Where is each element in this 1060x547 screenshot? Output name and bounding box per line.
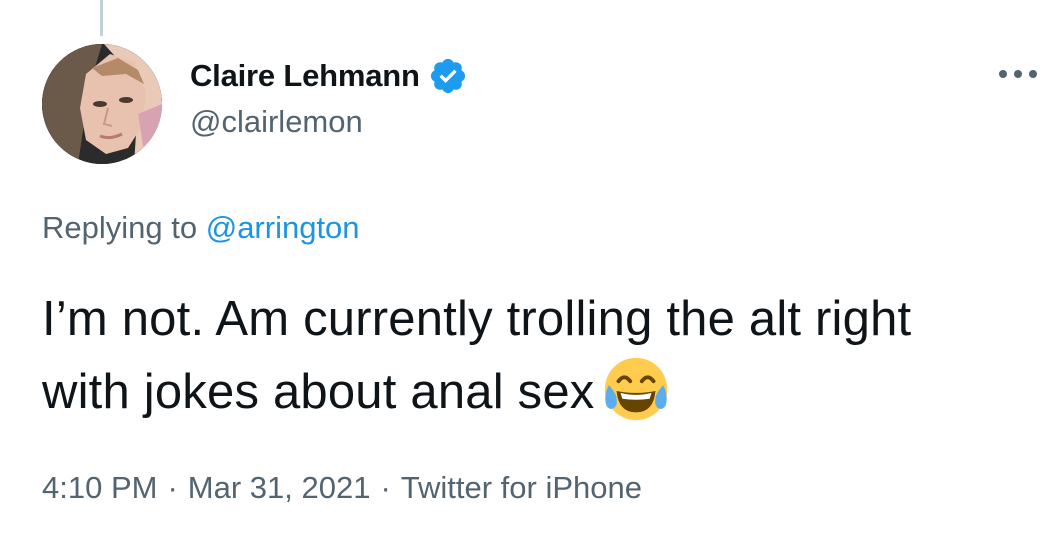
replying-to-label: Replying to xyxy=(42,210,198,245)
author-handle[interactable]: @clairlemon xyxy=(190,104,468,140)
author-block: Claire Lehmann @clairlemon xyxy=(190,54,468,140)
tweet-body: I’m not. Am currently trolling the alt r… xyxy=(42,284,1002,427)
thread-connector-line xyxy=(100,0,103,36)
meta-separator: · xyxy=(380,470,391,505)
more-options-button[interactable] xyxy=(996,64,1040,84)
tweet-time[interactable]: 4:10 PM xyxy=(42,470,157,505)
avatar[interactable] xyxy=(42,44,162,164)
display-name-row: Claire Lehmann xyxy=(190,54,468,98)
author-display-name[interactable]: Claire Lehmann xyxy=(190,58,420,94)
tears-of-joy-emoji-icon xyxy=(604,357,667,421)
reply-mention-link[interactable]: @arrington xyxy=(206,210,360,245)
more-options-icon xyxy=(999,70,1037,78)
tweet-date[interactable]: Mar 31, 2021 xyxy=(188,470,371,505)
tweet-source[interactable]: Twitter for iPhone xyxy=(401,470,642,505)
meta-separator: · xyxy=(167,470,178,505)
tweet-metadata: 4:10 PM · Mar 31, 2021 · Twitter for iPhone xyxy=(42,470,642,506)
verified-badge-icon xyxy=(430,58,465,94)
replying-to-line: Replying to @arrington xyxy=(42,210,360,246)
tweet-text: I’m not. Am currently trolling the alt r… xyxy=(42,292,912,419)
avatar-photo xyxy=(42,44,162,164)
